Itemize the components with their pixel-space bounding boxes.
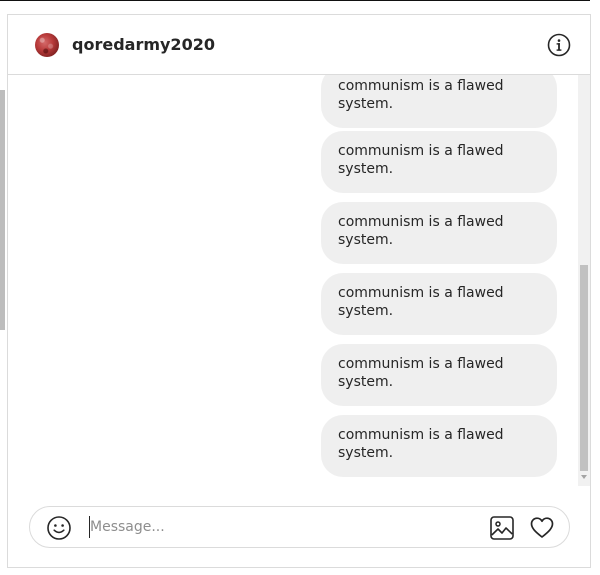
like-button[interactable]: [529, 515, 555, 541]
message-bubble[interactable]: communism is a flawed system.: [321, 75, 557, 128]
message-list[interactable]: communism is a flawed system. communism …: [8, 75, 590, 495]
outer-scrollbar-thumb[interactable]: [0, 90, 5, 330]
messages-scrollbar[interactable]: [578, 75, 590, 486]
chat-username[interactable]: qoredarmy2020: [72, 35, 215, 55]
scrollbar-thumb[interactable]: [580, 265, 588, 471]
chat-header: qoredarmy2020: [8, 15, 590, 75]
image-icon: [490, 516, 514, 540]
info-button[interactable]: [547, 33, 571, 57]
message-bubble[interactable]: communism is a flawed system.: [321, 344, 557, 406]
message-bubble[interactable]: communism is a flawed system.: [321, 131, 557, 193]
message-bubble[interactable]: communism is a flawed system.: [321, 273, 557, 335]
message-bubble[interactable]: communism is a flawed system.: [321, 202, 557, 264]
message-bubble[interactable]: communism is a flawed system.: [321, 415, 557, 477]
emoji-icon: [47, 516, 71, 540]
emoji-button[interactable]: [46, 515, 72, 541]
avatar[interactable]: [35, 33, 59, 57]
scroll-down-arrow-icon[interactable]: [581, 475, 587, 479]
heart-icon: [530, 517, 554, 538]
chat-panel: qoredarmy2020 communism is a flawed syst…: [7, 14, 591, 568]
info-icon: [547, 33, 571, 57]
message-input[interactable]: [89, 516, 470, 538]
page-top-border: [0, 0, 590, 1]
message-composer: [29, 506, 570, 548]
attach-image-button[interactable]: [489, 515, 515, 541]
